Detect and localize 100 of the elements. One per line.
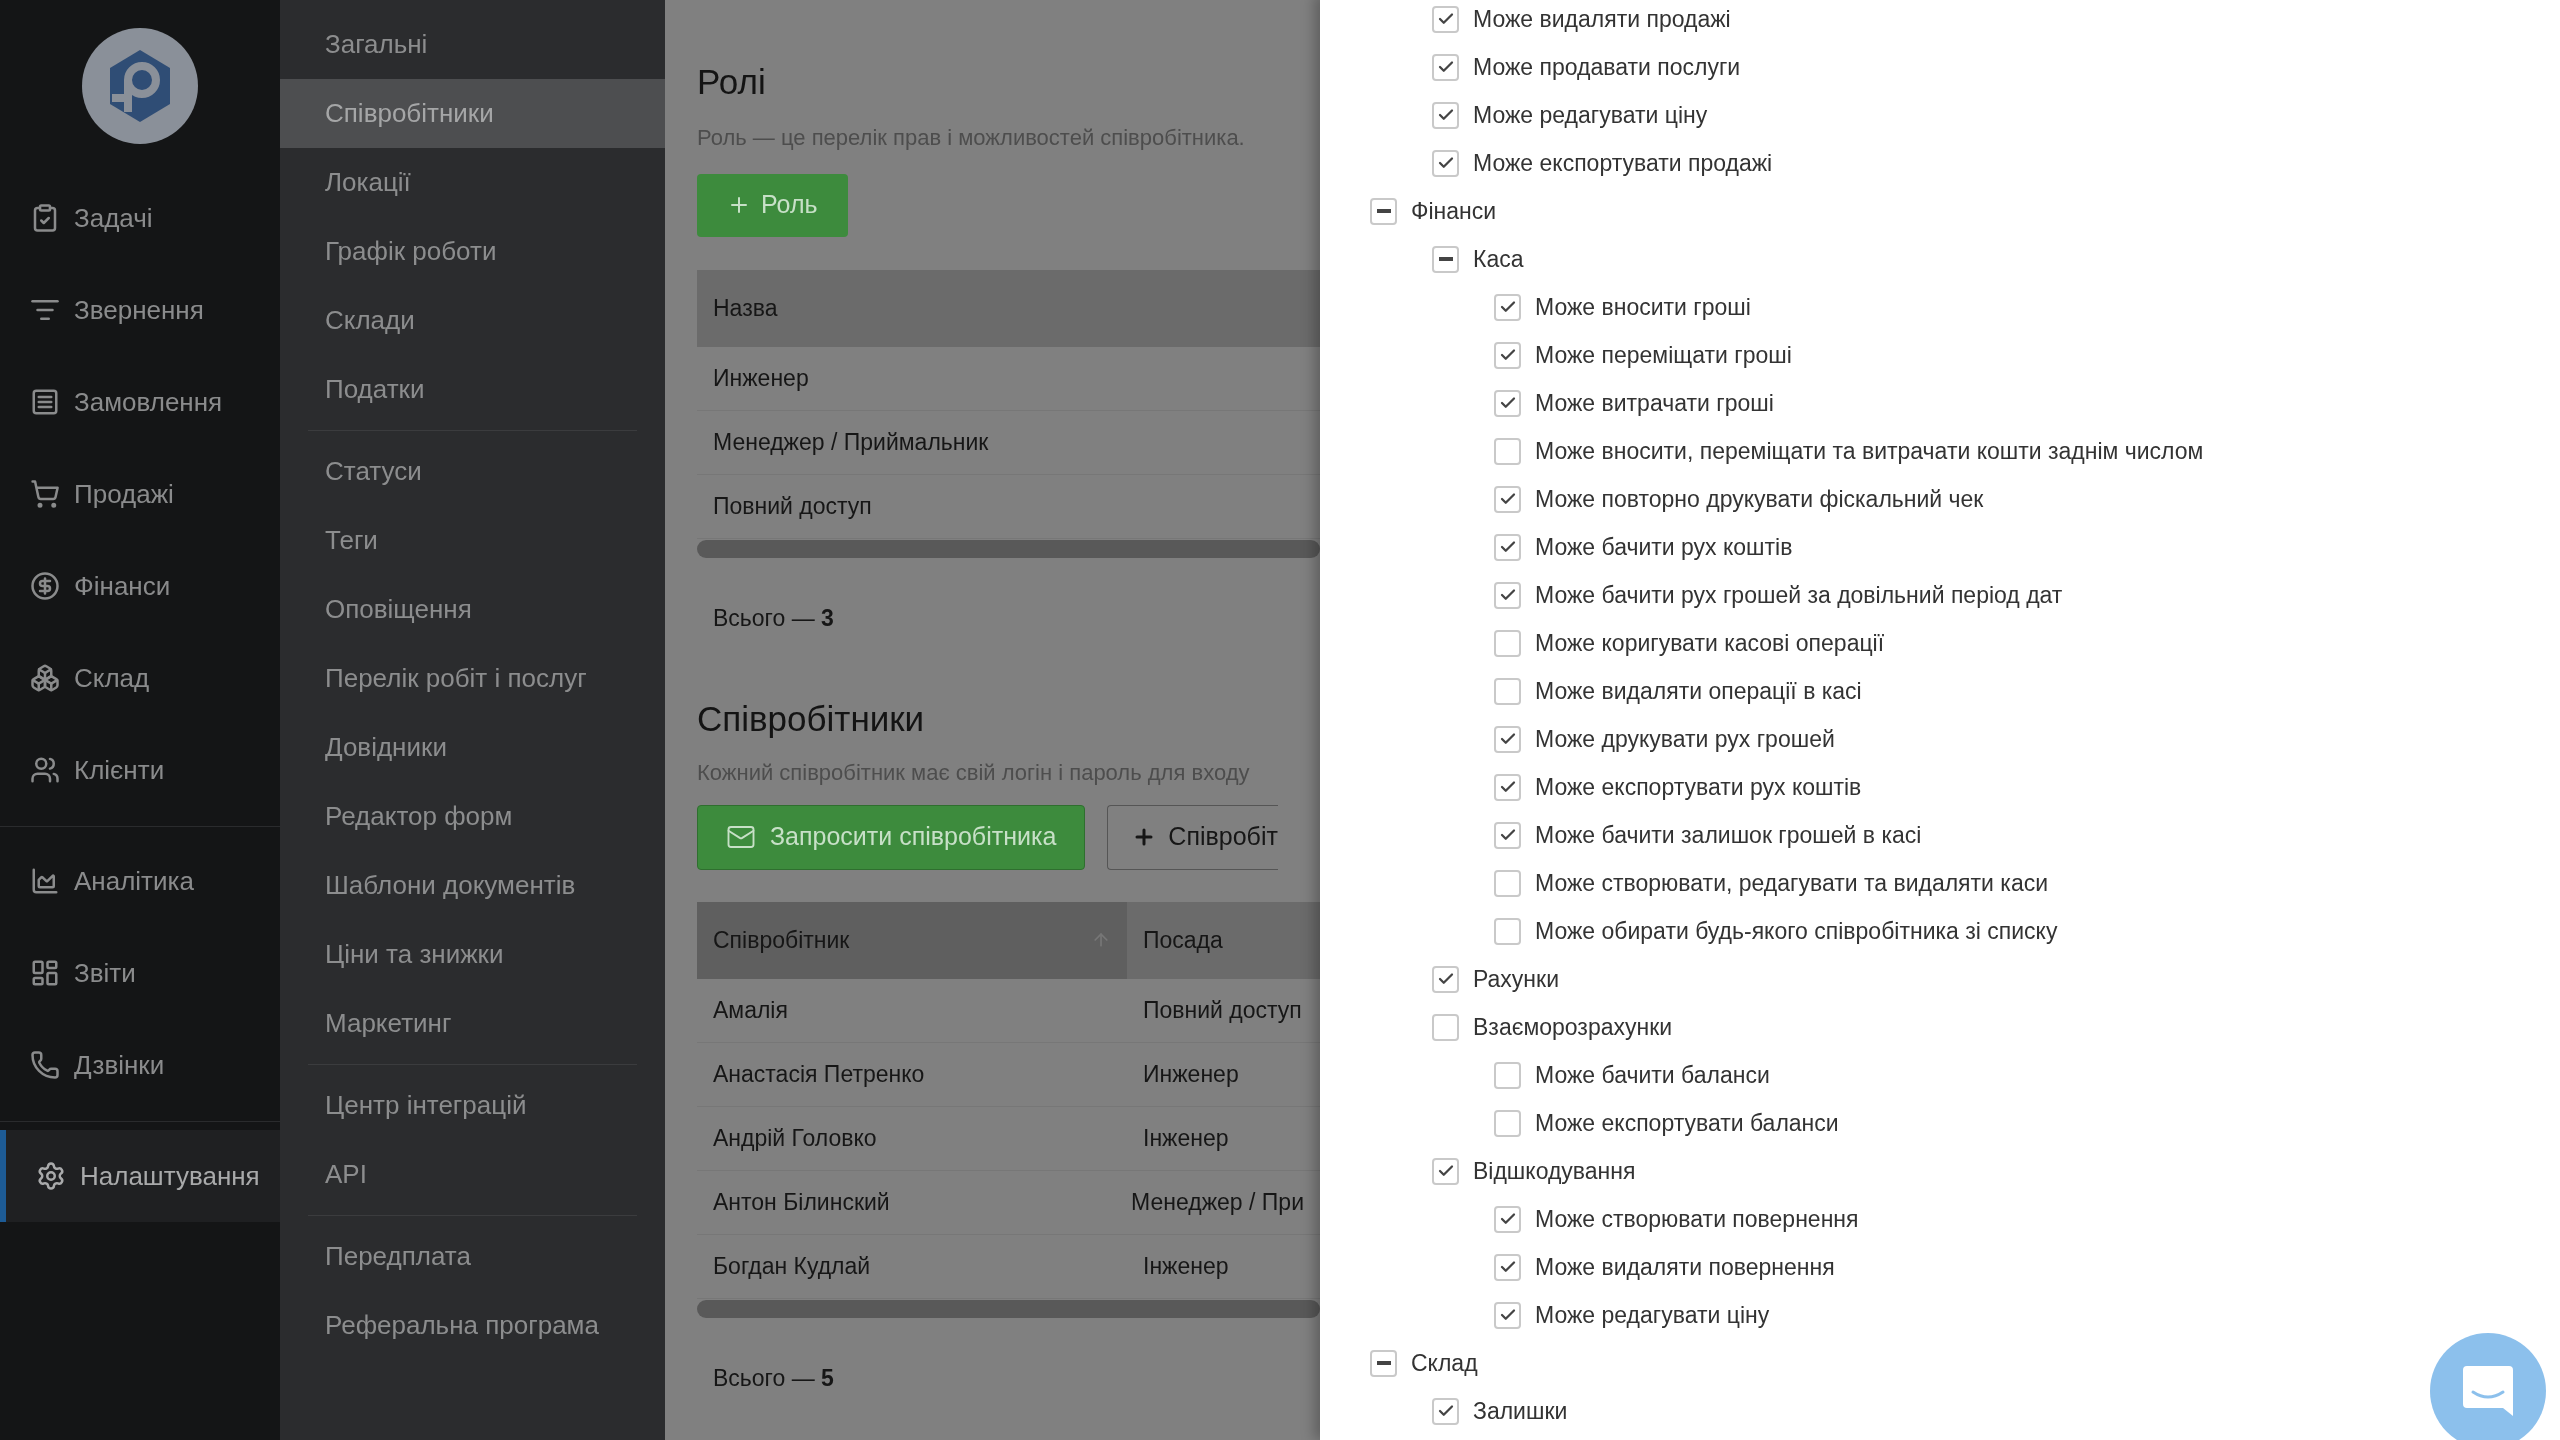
column-header[interactable]: Співробітник — [697, 901, 1127, 979]
settings-menu-item[interactable]: Статуси — [308, 437, 637, 506]
table-cell-text: Інженер — [1142, 1123, 1230, 1153]
cart-icon — [30, 479, 60, 509]
checkbox[interactable] — [1494, 1301, 1521, 1329]
nav-item[interactable]: Дзвінки — [0, 1019, 280, 1111]
permission-label: Може видаляти продажі — [1473, 4, 1731, 34]
settings-menu-item[interactable]: Центр інтеграцій — [308, 1071, 637, 1140]
checkbox[interactable] — [1432, 1013, 1459, 1041]
add-employee-button[interactable]: Співробіт — [1107, 804, 1278, 870]
checkbox[interactable] — [1432, 149, 1459, 177]
checkbox[interactable] — [1432, 245, 1459, 273]
checkbox[interactable] — [1494, 725, 1521, 753]
checkbox[interactable] — [1494, 485, 1521, 513]
checkbox[interactable] — [1432, 1157, 1459, 1185]
scrollbar[interactable] — [697, 539, 1320, 558]
checkbox[interactable] — [1494, 293, 1521, 321]
table-cell-text: Менеджер / Приймальник — [712, 427, 990, 457]
settings-menu-item[interactable]: Локації — [280, 148, 665, 217]
nav-item[interactable]: Склад — [0, 632, 280, 724]
settings-menu-item[interactable]: Загальні — [280, 10, 665, 79]
table-cell-text: Інженер — [1142, 1251, 1230, 1281]
checkbox[interactable] — [1494, 677, 1521, 705]
checkbox[interactable] — [1494, 773, 1521, 801]
document-icon — [30, 387, 60, 417]
permission-label: Може бачити баланси — [1535, 1060, 1770, 1090]
scrollbar[interactable] — [697, 1299, 1320, 1318]
nav-item[interactable]: Продажі — [0, 448, 280, 540]
settings-menu-item[interactable]: Співробітники — [280, 79, 665, 148]
permission-label: Залишки — [1473, 1396, 1568, 1426]
checkbox[interactable] — [1370, 1349, 1397, 1377]
nav-item[interactable]: Клієнти — [0, 724, 280, 816]
checkbox[interactable] — [1494, 437, 1521, 465]
checkbox[interactable] — [1370, 197, 1397, 225]
checkbox[interactable] — [1494, 341, 1521, 369]
nav-item[interactable]: Налаштування — [0, 1130, 280, 1222]
checkbox[interactable] — [1494, 869, 1521, 897]
settings-icon — [36, 1161, 66, 1191]
permission-label: Склад — [1411, 1348, 1478, 1378]
permission-label: Каса — [1473, 244, 1524, 274]
permission-label: Може видаляти повернення — [1535, 1252, 1835, 1282]
settings-menu-item[interactable]: Шаблони документів — [308, 851, 637, 920]
checkbox[interactable] — [1494, 533, 1521, 561]
section-title: Ролі — [697, 61, 767, 103]
checkbox[interactable] — [1432, 5, 1459, 33]
nav-item[interactable]: Фінанси — [0, 540, 280, 632]
table-cell-text: Анастасія Петренко — [712, 1059, 926, 1089]
settings-menu-item[interactable]: Податки — [280, 355, 665, 424]
table-cell-text: Богдан Кудлай — [712, 1251, 872, 1281]
checkbox[interactable] — [1494, 1253, 1521, 1281]
settings-menu-item[interactable]: Ціни та знижки — [308, 920, 637, 989]
checkbox[interactable] — [1432, 1397, 1459, 1425]
permission-label: Може редагувати ціну — [1473, 100, 1708, 130]
permission-label: Може створювати, редагувати та видаляти каси — [1535, 868, 2049, 898]
checkbox[interactable] — [1494, 581, 1521, 609]
checkbox[interactable] — [1432, 101, 1459, 129]
nav-item[interactable]: Замовлення — [0, 356, 280, 448]
table-cell-text: Повний доступ — [1142, 995, 1303, 1025]
column-header[interactable]: Назва — [697, 269, 1320, 347]
checkbox[interactable] — [1494, 389, 1521, 417]
area-chart-icon — [30, 866, 60, 896]
add-role-button[interactable]: Роль — [697, 173, 848, 237]
permission-label: Може видаляти операції в касі — [1535, 676, 1862, 706]
column-header[interactable]: Посада — [1127, 901, 1320, 979]
permission-label: Фінанси — [1411, 196, 1497, 226]
settings-menu-item[interactable]: Графік роботи — [280, 217, 665, 286]
section-title: Співробітники — [697, 698, 926, 740]
checkbox[interactable] — [1494, 917, 1521, 945]
checkbox[interactable] — [1494, 1061, 1521, 1089]
nav-item[interactable]: Задачі — [0, 172, 280, 264]
invite-employee-button[interactable]: Запросити співробітника — [697, 804, 1086, 870]
dollar-icon — [30, 571, 60, 601]
nav-item[interactable]: Звіти — [0, 927, 280, 1019]
checkbox[interactable] — [1494, 1205, 1521, 1233]
settings-menu-item[interactable]: API — [308, 1140, 637, 1209]
checkbox[interactable] — [1432, 965, 1459, 993]
checkbox[interactable] — [1494, 1109, 1521, 1137]
table-cell-text: Менеджер / При — [1130, 1187, 1305, 1217]
checkbox[interactable] — [1494, 629, 1521, 657]
settings-menu-item[interactable]: Редактор форм — [308, 782, 637, 851]
checkbox[interactable] — [1432, 53, 1459, 81]
permission-label: Може вносити, переміщати та витрачати кошти заднім числом — [1535, 436, 2204, 466]
settings-menu-item[interactable]: Передплата — [308, 1222, 637, 1291]
permission-label: Може експортувати рух коштів — [1535, 772, 1862, 802]
settings-menu-item[interactable]: Перелік робіт і послуг — [308, 644, 637, 713]
settings-menu-item[interactable]: Реферальна програма — [308, 1291, 637, 1360]
settings-menu-item[interactable]: Маркетинг — [308, 989, 637, 1058]
settings-menu-item[interactable]: Склади — [280, 286, 665, 355]
permission-label: Може бачити рух коштів — [1535, 532, 1793, 562]
table-cell-text: Антон Білинский — [712, 1187, 891, 1217]
checkbox[interactable] — [1494, 821, 1521, 849]
permission-label: Взаєморозрахунки — [1473, 1012, 1673, 1042]
total-count: Всього — 3 — [712, 603, 835, 633]
nav-item[interactable]: Звернення — [0, 264, 280, 356]
permission-label: Може бачити залишок грошей в касі — [1535, 820, 1922, 850]
nav-item[interactable]: Аналітика — [0, 835, 280, 927]
settings-menu-item[interactable]: Оповіщення — [308, 575, 637, 644]
permission-label: Рахунки — [1473, 964, 1559, 994]
settings-menu-item[interactable]: Теги — [308, 506, 637, 575]
settings-menu-item[interactable]: Довідники — [308, 713, 637, 782]
